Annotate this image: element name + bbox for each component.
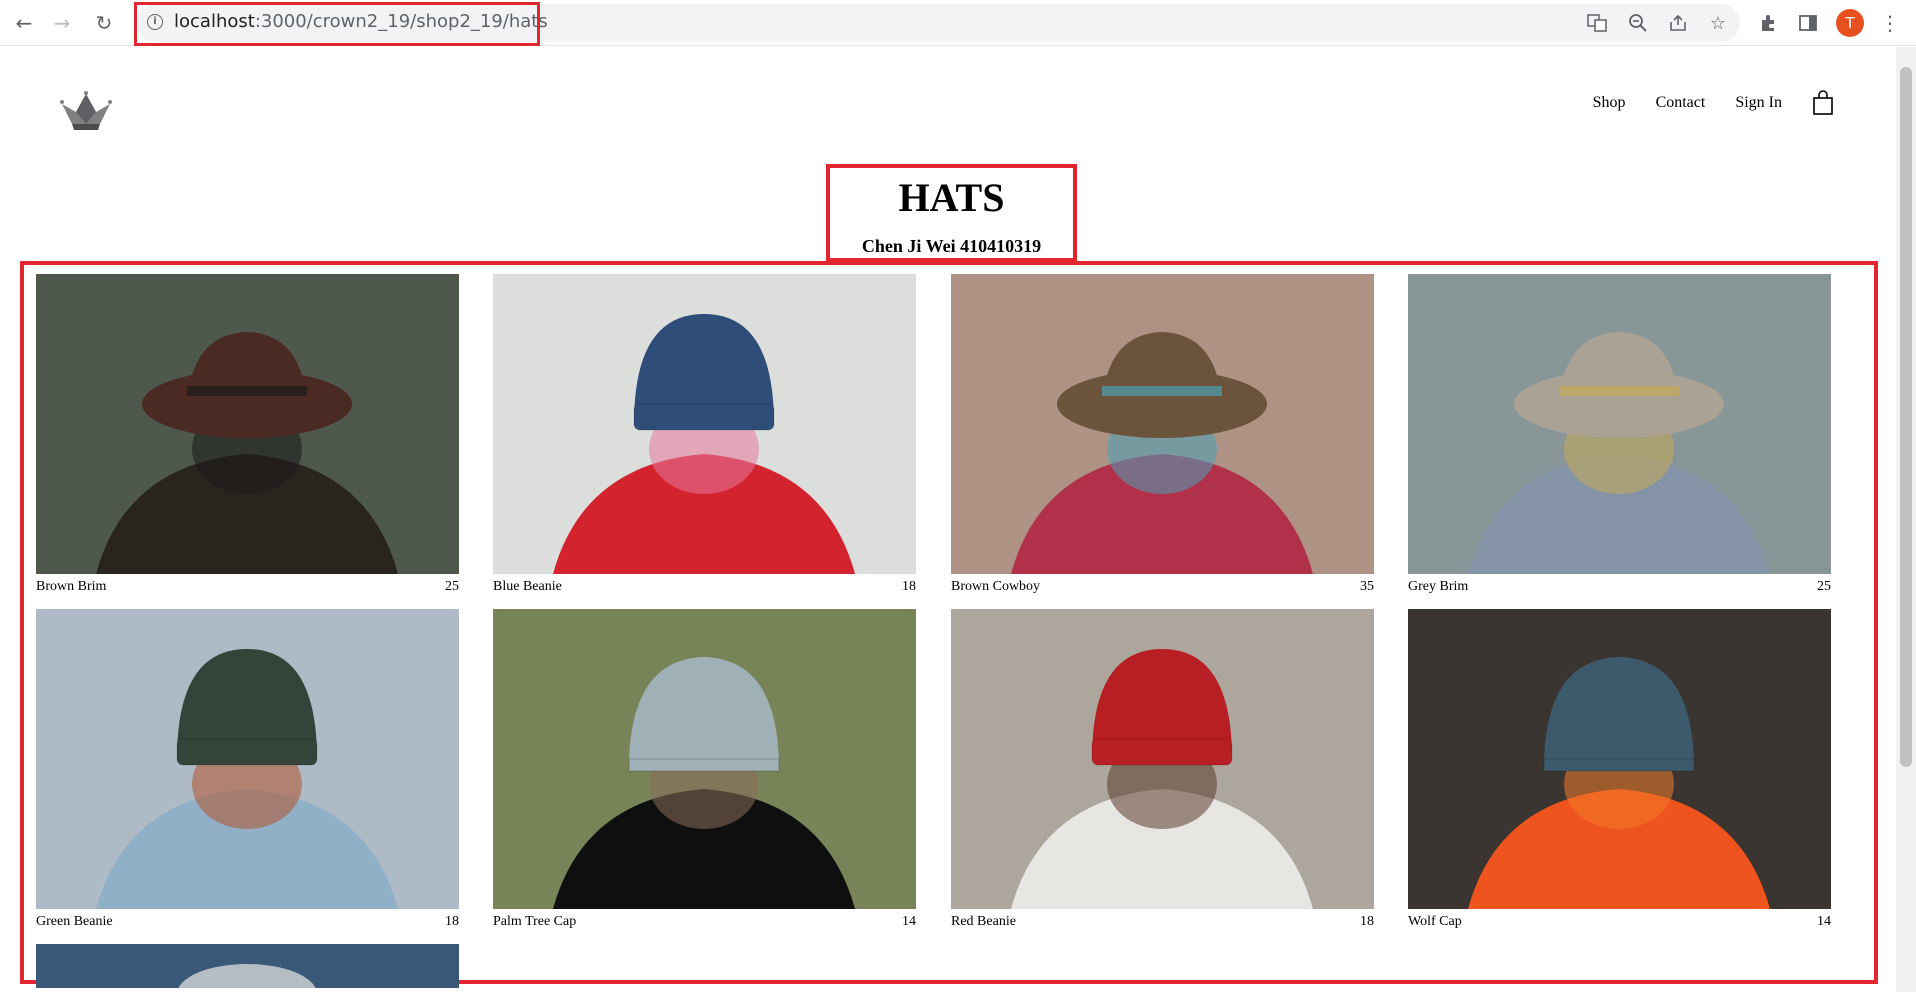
- crown-logo-icon[interactable]: [60, 90, 112, 132]
- product-price: 25: [445, 579, 459, 594]
- product-footer: Blue Beanie 18: [493, 579, 916, 595]
- page-title: HATS: [898, 175, 1005, 220]
- product-image[interactable]: [36, 274, 459, 574]
- product-image[interactable]: [1408, 609, 1831, 909]
- product-name: Grey Brim: [1408, 579, 1469, 594]
- page-subtitle: Chen Ji Wei 410410319: [861, 236, 1042, 256]
- product-card[interactable]: Grey Brim 25: [1408, 274, 1831, 595]
- product-card[interactable]: Wolf Cap 14: [1408, 609, 1831, 930]
- product-footer: Grey Brim 25: [1408, 579, 1831, 595]
- product-image[interactable]: [36, 609, 459, 909]
- product-footer: Brown Cowboy 35: [951, 579, 1374, 595]
- shopping-bag-icon[interactable]: [1812, 90, 1834, 116]
- translate-icon[interactable]: [1585, 11, 1609, 35]
- product-footer: Brown Brim 25: [36, 579, 459, 595]
- url-highlight-box: [134, 2, 540, 46]
- product-image[interactable]: [1408, 274, 1831, 574]
- product-image[interactable]: [951, 609, 1374, 909]
- product-price: 18: [1360, 914, 1374, 929]
- product-name: Blue Beanie: [493, 579, 562, 594]
- share-icon[interactable]: [1666, 11, 1690, 35]
- side-panel-icon[interactable]: [1796, 11, 1820, 35]
- product-card[interactable]: Green Beanie 18: [36, 609, 459, 930]
- back-icon[interactable]: ←: [10, 9, 38, 37]
- product-price: 18: [902, 579, 916, 594]
- extensions-icon[interactable]: [1756, 11, 1780, 35]
- product-card-partial[interactable]: [36, 944, 459, 988]
- header-nav: Shop Contact Sign In: [1593, 90, 1834, 116]
- product-card[interactable]: Red Beanie 18: [951, 609, 1374, 930]
- reload-icon[interactable]: ↻: [90, 9, 118, 37]
- zoom-icon[interactable]: [1626, 11, 1650, 35]
- product-name: Green Beanie: [36, 914, 113, 929]
- product-price: 25: [1817, 579, 1831, 594]
- menu-dots-icon[interactable]: ⋮: [1880, 9, 1900, 37]
- product-image-partial: [36, 944, 459, 988]
- product-footer: Green Beanie 18: [36, 914, 459, 930]
- product-card[interactable]: Blue Beanie 18: [493, 274, 916, 595]
- product-price: 18: [445, 914, 459, 929]
- product-image[interactable]: [951, 274, 1374, 574]
- product-name: Red Beanie: [951, 914, 1016, 929]
- product-image[interactable]: [493, 609, 916, 909]
- product-card[interactable]: Brown Cowboy 35: [951, 274, 1374, 595]
- nav-contact-link[interactable]: Contact: [1656, 94, 1706, 112]
- product-footer: Red Beanie 18: [951, 914, 1374, 930]
- bookmark-star-icon[interactable]: ☆: [1706, 11, 1730, 35]
- product-name: Brown Brim: [36, 579, 107, 594]
- nav-sign-in-link[interactable]: Sign In: [1735, 94, 1782, 112]
- product-price: 14: [1817, 914, 1831, 929]
- product-name: Wolf Cap: [1408, 914, 1462, 929]
- product-price: 14: [902, 914, 916, 929]
- product-footer: Palm Tree Cap 14: [493, 914, 916, 930]
- product-card[interactable]: Brown Brim 25: [36, 274, 459, 595]
- product-image[interactable]: [493, 274, 916, 574]
- nav-shop-link[interactable]: Shop: [1593, 94, 1626, 112]
- browser-toolbar: ← → ↻ i localhost:3000/crown2_19/shop2_1…: [0, 0, 1916, 46]
- product-name: Palm Tree Cap: [493, 914, 577, 929]
- scroll-thumb[interactable]: [1900, 67, 1912, 767]
- forward-icon[interactable]: →: [48, 9, 76, 37]
- product-card[interactable]: Palm Tree Cap 14: [493, 609, 916, 930]
- product-price: 35: [1360, 579, 1374, 594]
- product-name: Brown Cowboy: [951, 579, 1041, 594]
- scrollbar[interactable]: [1896, 47, 1916, 992]
- profile-avatar[interactable]: T: [1836, 9, 1864, 37]
- product-footer: Wolf Cap 14: [1408, 914, 1831, 930]
